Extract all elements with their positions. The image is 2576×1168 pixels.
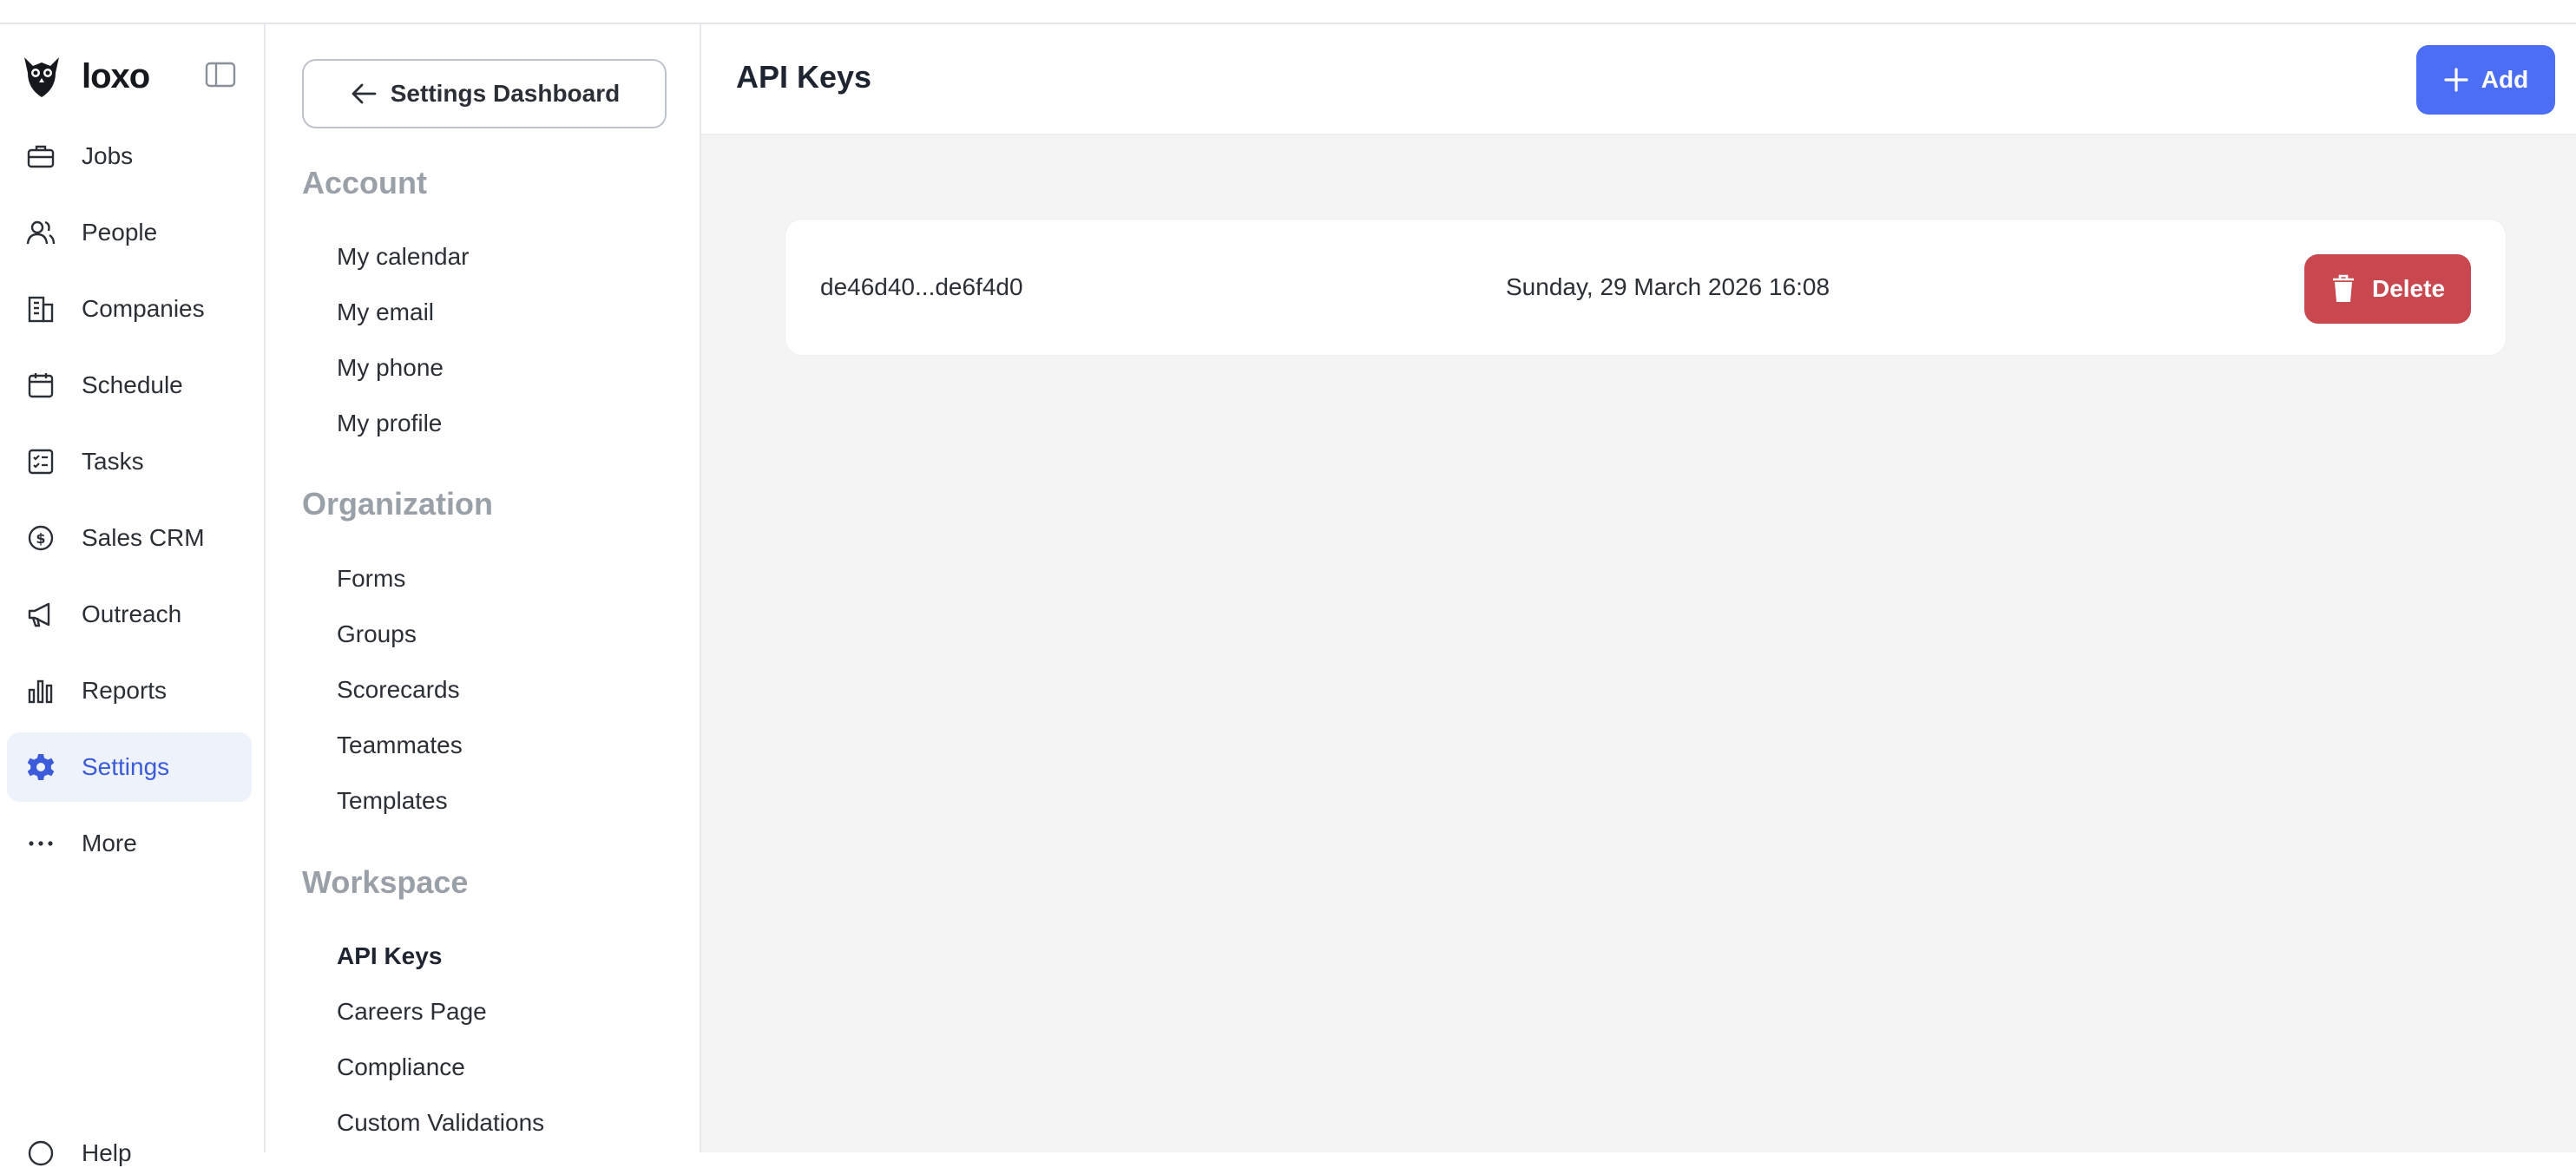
settings-link-forms[interactable]: Forms <box>337 565 405 593</box>
nav-label: Reports <box>82 677 168 704</box>
help-circle-icon <box>28 1140 54 1166</box>
nav-item-more[interactable]: More <box>7 809 252 878</box>
nav-item-tasks[interactable]: Tasks <box>7 427 252 496</box>
api-key-row: de46d40...de6f4d0 Sunday, 29 March 2026 … <box>785 219 2507 356</box>
section-title-organization: Organization <box>302 486 494 522</box>
settings-link-compliance[interactable]: Compliance <box>337 1053 465 1081</box>
settings-link-teammates[interactable]: Teammates <box>337 732 463 759</box>
calendar-icon <box>28 373 54 398</box>
api-key-created-date: Sunday, 29 March 2026 16:08 <box>1506 273 1830 300</box>
dollar-circle-icon: $ <box>28 525 54 551</box>
nav-item-settings[interactable]: Settings <box>7 732 252 802</box>
back-label: Settings Dashboard <box>390 80 621 107</box>
nav-label: Sales CRM <box>82 524 205 551</box>
bar-chart-icon <box>28 679 53 704</box>
briefcase-icon <box>27 145 55 168</box>
arrow-left-icon <box>352 83 377 104</box>
page-title: API Keys <box>736 59 872 95</box>
nav-item-outreach[interactable]: Outreach <box>7 580 252 649</box>
trash-icon <box>2332 274 2354 302</box>
sidebar-toggle-icon[interactable] <box>205 61 236 89</box>
settings-link-my-phone[interactable]: My phone <box>337 354 444 382</box>
delete-label: Delete <box>2371 275 2446 302</box>
nav-item-sales-crm[interactable]: $ Sales CRM <box>7 503 252 573</box>
settings-link-groups[interactable]: Groups <box>337 620 417 648</box>
nav-label: Help <box>82 1139 132 1166</box>
settings-link-api-keys[interactable]: API Keys <box>337 942 442 970</box>
plus-icon <box>2444 68 2468 92</box>
settings-dashboard-button[interactable]: Settings Dashboard <box>302 59 667 128</box>
add-api-key-button[interactable]: Add <box>2416 45 2555 115</box>
nav-label: More <box>82 830 137 856</box>
megaphone-icon <box>28 602 50 627</box>
add-label: Add <box>2481 66 2529 93</box>
main-content: de46d40...de6f4d0 Sunday, 29 March 2026 … <box>701 135 2576 1152</box>
nav-item-help[interactable]: Help <box>26 1138 132 1168</box>
brand-name: loxo <box>82 56 150 95</box>
settings-link-my-calendar[interactable]: My calendar <box>337 243 470 271</box>
checklist-icon <box>28 449 54 475</box>
settings-link-my-profile[interactable]: My profile <box>337 410 442 437</box>
settings-link-scorecards[interactable]: Scorecards <box>337 676 460 704</box>
settings-link-templates[interactable]: Templates <box>337 787 448 815</box>
settings-link-my-email[interactable]: My email <box>337 299 434 326</box>
nav-label: Companies <box>82 295 205 322</box>
nav-label: Outreach <box>82 600 182 627</box>
loxo-owl-logo-icon <box>24 57 59 97</box>
delete-api-key-button[interactable]: Delete <box>2304 254 2471 324</box>
nav-label: Jobs <box>82 142 134 169</box>
gear-icon <box>27 754 55 780</box>
section-title-workspace: Workspace <box>302 864 469 900</box>
nav-item-jobs[interactable]: Jobs <box>7 121 252 191</box>
section-title-account: Account <box>302 165 427 200</box>
page-header: API Keys Add <box>701 24 2576 135</box>
brand[interactable]: loxo <box>21 52 150 101</box>
settings-sidebar: Settings Dashboard Account My calendar M… <box>267 24 701 1152</box>
settings-link-careers-page[interactable]: Careers Page <box>337 998 487 1026</box>
nav-label: People <box>82 219 158 246</box>
top-strip <box>0 0 2576 24</box>
nav-label: Settings <box>82 753 170 780</box>
people-icon <box>26 220 56 245</box>
svg-text:$: $ <box>36 530 45 547</box>
building-icon <box>28 296 54 323</box>
nav-label: Tasks <box>82 448 144 475</box>
nav-label: Schedule <box>82 371 183 398</box>
nav-item-companies[interactable]: Companies <box>7 274 252 344</box>
primary-sidebar: loxo Jobs People Companies Schedule Task… <box>0 24 266 1166</box>
nav-item-reports[interactable]: Reports <box>7 656 252 725</box>
nav-list: Jobs People Companies Schedule Tasks $ S… <box>7 121 252 885</box>
ellipsis-icon <box>29 841 53 846</box>
nav-item-schedule[interactable]: Schedule <box>7 351 252 420</box>
nav-item-people[interactable]: People <box>7 198 252 267</box>
api-key-value: de46d40...de6f4d0 <box>820 273 1023 300</box>
settings-link-custom-validations[interactable]: Custom Validations <box>337 1109 544 1137</box>
